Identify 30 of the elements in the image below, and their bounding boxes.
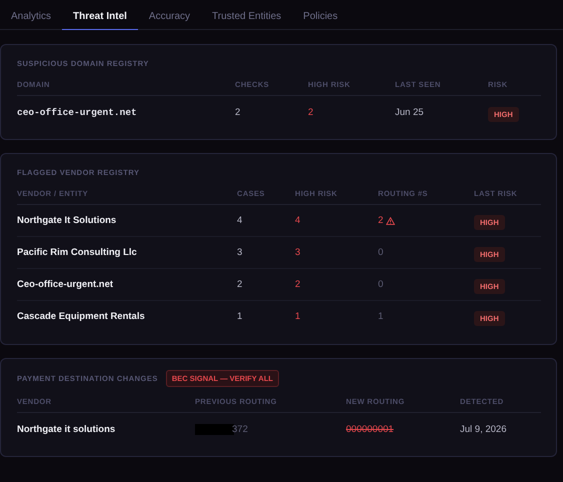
table-cell: 2	[378, 215, 384, 226]
table-cell-text: Jul 9, 2026	[460, 424, 508, 435]
tab[interactable]: Threat Intel	[62, 0, 138, 30]
table-cell: 372	[232, 424, 248, 435]
table-cell: 0	[378, 247, 384, 258]
table-cell-text: 2	[295, 279, 302, 290]
tab[interactable]: Policies	[292, 0, 349, 29]
table-cell-text: 3	[295, 247, 302, 258]
table-cell-text: 1	[295, 311, 302, 322]
domain-cell-text: ceo-office-urgent.net	[17, 107, 138, 118]
tab[interactable]: Accuracy	[138, 0, 202, 29]
vendor-cell-text: Ceo-office-urgent.net	[17, 279, 114, 290]
table-cell-text: 2	[308, 107, 314, 118]
table-cell-text: 4	[237, 215, 244, 226]
table-cell-text: 1	[237, 311, 244, 322]
vendor-cell-text: Pacific Rim Consulting Llc	[17, 247, 138, 258]
table-cell-text: Jun 25	[395, 107, 425, 118]
tab[interactable]: Analytics	[0, 0, 62, 29]
table-cell-text: 2	[237, 279, 244, 290]
table-cell-text: 000000001	[346, 424, 395, 435]
vendor-cell-text: Cascade Equipment Rentals	[17, 311, 146, 322]
table-cell-text: 2	[235, 107, 242, 118]
vendor-cell-text: Northgate It Solutions	[17, 215, 118, 226]
table-cell: 0	[378, 279, 384, 290]
table-cell-text: 4	[295, 215, 302, 226]
table-cell: 1	[378, 311, 384, 322]
tab[interactable]: Trusted Entities	[201, 0, 292, 29]
warning-icon	[386, 216, 396, 224]
table-cell-text: 3	[237, 247, 244, 258]
vendor-cell-text: Northgate it solutions	[17, 424, 116, 435]
